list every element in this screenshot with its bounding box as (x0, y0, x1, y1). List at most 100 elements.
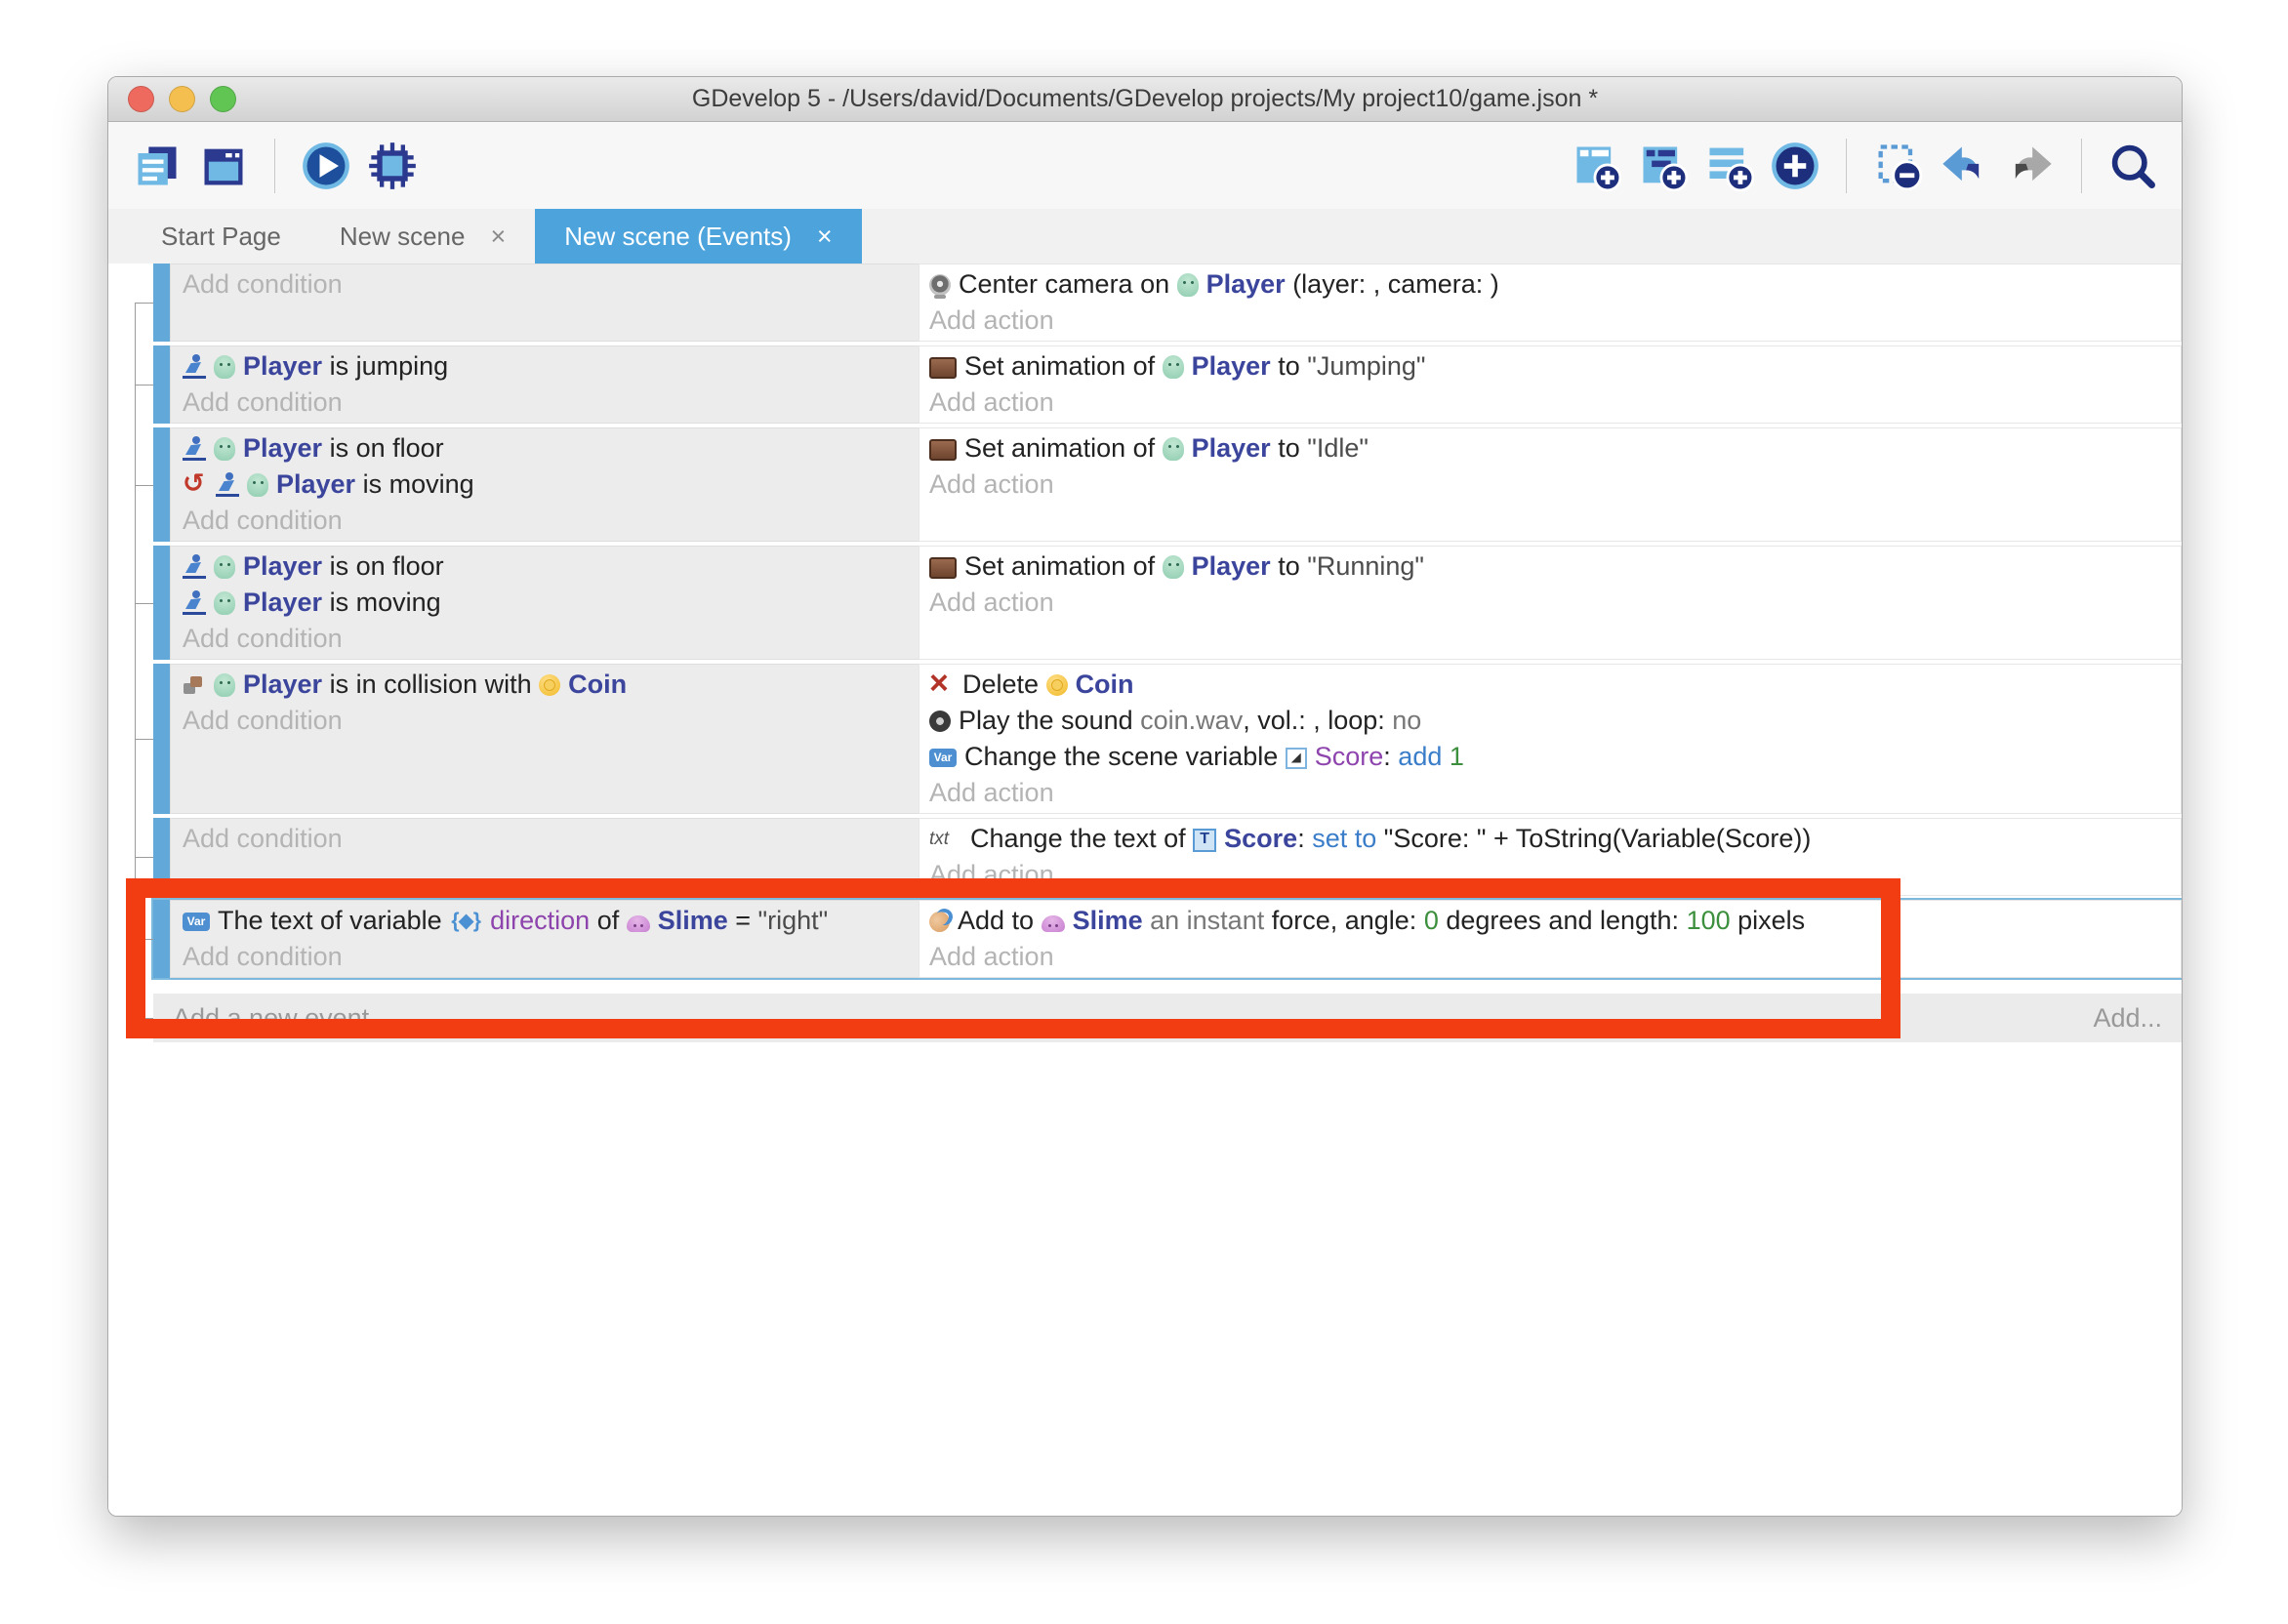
action-line[interactable]: Add to Slime an instant force, angle: 0 … (929, 903, 2171, 939)
condition-line[interactable]: Player is on floor (183, 548, 907, 585)
text-segment: add (1398, 742, 1442, 772)
scene-editor-icon[interactable] (198, 141, 249, 191)
event-selection-bar[interactable] (153, 818, 170, 896)
event-selection-bar[interactable] (153, 546, 170, 660)
event-selection-bar[interactable] (153, 264, 170, 342)
text-segment: "Score: " + ToString(Variable(Score)) (1376, 824, 1811, 854)
event-selection-bar[interactable] (153, 664, 170, 814)
text-segment: Player (243, 670, 322, 700)
tab-start-page[interactable]: Start Page (132, 209, 310, 264)
add-new-event-bar[interactable]: Add a new event Add... (153, 994, 2182, 1042)
event-selection-bar[interactable] (153, 345, 170, 424)
window-title: GDevelop 5 - /Users/david/Documents/GDev… (692, 85, 1598, 113)
add-action-button[interactable]: Add action (929, 303, 2171, 339)
action-line[interactable]: Change the scene variable Score: add 1 (929, 739, 2171, 775)
animation-icon (929, 557, 957, 579)
tab-new-scene[interactable]: New scene× (310, 209, 535, 264)
close-window-button[interactable] (128, 86, 154, 112)
condition-line[interactable]: Player is in collision with Coin (183, 667, 907, 703)
player-icon (214, 437, 235, 461)
debug-icon[interactable] (367, 141, 418, 191)
event-body: Player is on floorPlayer is movingAdd co… (153, 427, 2182, 542)
text-segment: is jumping (322, 351, 448, 382)
camera-icon (929, 274, 951, 296)
slime-icon (627, 915, 650, 932)
play-icon[interactable] (301, 141, 351, 191)
player-icon (1177, 273, 1199, 297)
action-line[interactable]: Center camera on Player (layer: , camera… (929, 266, 2171, 303)
text-segment: is in collision with (322, 670, 539, 700)
tab-close-icon[interactable]: × (817, 223, 833, 250)
text-segment: Slime (658, 906, 728, 936)
conditions-cell: Player is on floorPlayer is movingAdd co… (170, 427, 919, 542)
add-action-button[interactable]: Add action (929, 467, 2171, 503)
add-subevent-icon[interactable] (1637, 141, 1688, 191)
delete-event-icon[interactable] (1872, 141, 1923, 191)
text-segment: Center camera on (959, 269, 1177, 300)
search-icon[interactable] (2107, 141, 2158, 191)
add-action-button[interactable]: Add action (929, 939, 2171, 975)
add-condition-button[interactable]: Add condition (183, 821, 907, 857)
add-more-button[interactable]: Add... (2093, 1003, 2162, 1034)
add-plus-icon[interactable] (1770, 141, 1820, 191)
minimize-window-button[interactable] (169, 86, 195, 112)
toolbar-separator (2081, 139, 2082, 193)
text-segment: force, angle: (1264, 906, 1424, 936)
variable-icon (929, 749, 957, 767)
project-manager-icon[interactable] (132, 141, 183, 191)
event-tree-connector (126, 427, 153, 542)
action-line[interactable]: Play the sound coin.wav, vol.: , loop: n… (929, 703, 2171, 739)
text-segment: = (728, 906, 758, 936)
add-action-button[interactable]: Add action (929, 857, 2171, 893)
text-segment: Player (1206, 269, 1286, 300)
platformer-icon (183, 354, 206, 379)
text-segment: Player (243, 588, 322, 618)
add-action-button[interactable]: Add action (929, 585, 2171, 621)
add-event-icon[interactable] (1571, 141, 1621, 191)
invert-icon (183, 473, 208, 497)
text-segment: of (590, 906, 627, 936)
delete-icon (929, 673, 955, 697)
tab-close-icon[interactable]: × (490, 223, 506, 250)
undo-icon[interactable] (1939, 141, 1989, 191)
structure-icon (449, 910, 482, 933)
conditions-cell: The text of variable direction of Slime … (170, 900, 919, 978)
condition-line[interactable]: Player is moving (183, 585, 907, 621)
add-condition-button[interactable]: Add condition (183, 503, 907, 539)
add-action-button[interactable]: Add action (929, 775, 2171, 811)
add-condition-button[interactable]: Add condition (183, 266, 907, 303)
text-segment: Delete (962, 670, 1046, 700)
action-line[interactable]: Set animation of Player to "Running" (929, 548, 2171, 585)
action-line[interactable]: Delete Coin (929, 667, 2171, 703)
add-condition-button[interactable]: Add condition (183, 621, 907, 657)
redo-icon[interactable] (2005, 141, 2056, 191)
toolbar-separator (274, 139, 275, 193)
add-comment-icon[interactable] (1703, 141, 1754, 191)
action-line[interactable]: Set animation of Player to "Idle" (929, 430, 2171, 467)
event-selection-bar[interactable] (153, 427, 170, 542)
text-segment: Score (1315, 742, 1384, 772)
condition-line[interactable]: Player is on floor (183, 430, 907, 467)
add-condition-button[interactable]: Add condition (183, 703, 907, 739)
add-action-button[interactable]: Add action (929, 385, 2171, 421)
text-segment: Player (1192, 433, 1271, 464)
zoom-window-button[interactable] (210, 86, 236, 112)
force-icon (929, 912, 950, 932)
conditions-cell: Player is in collision with CoinAdd cond… (170, 664, 919, 814)
text-segment: Slime (1073, 906, 1143, 936)
text-segment: direction (490, 906, 590, 936)
tab-new-scene-events[interactable]: New scene (Events)× (535, 209, 861, 264)
add-condition-button[interactable]: Add condition (183, 939, 907, 975)
animation-icon (929, 357, 957, 379)
event-selection-bar[interactable] (153, 900, 170, 978)
condition-line[interactable]: Player is moving (183, 467, 907, 503)
event-row: Add condition Change the text of Score: s… (126, 818, 2182, 896)
action-line[interactable]: Set animation of Player to "Jumping" (929, 348, 2171, 385)
add-new-event-button[interactable]: Add a new event (173, 1003, 369, 1034)
action-line[interactable]: Change the text of Score: set to "Score:… (929, 821, 2171, 857)
condition-line[interactable]: The text of variable direction of Slime … (183, 903, 907, 939)
condition-line[interactable]: Player is jumping (183, 348, 907, 385)
actions-cell: Delete CoinPlay the sound coin.wav, vol.… (919, 664, 2182, 814)
conditions-cell: Add condition (170, 264, 919, 342)
add-condition-button[interactable]: Add condition (183, 385, 907, 421)
